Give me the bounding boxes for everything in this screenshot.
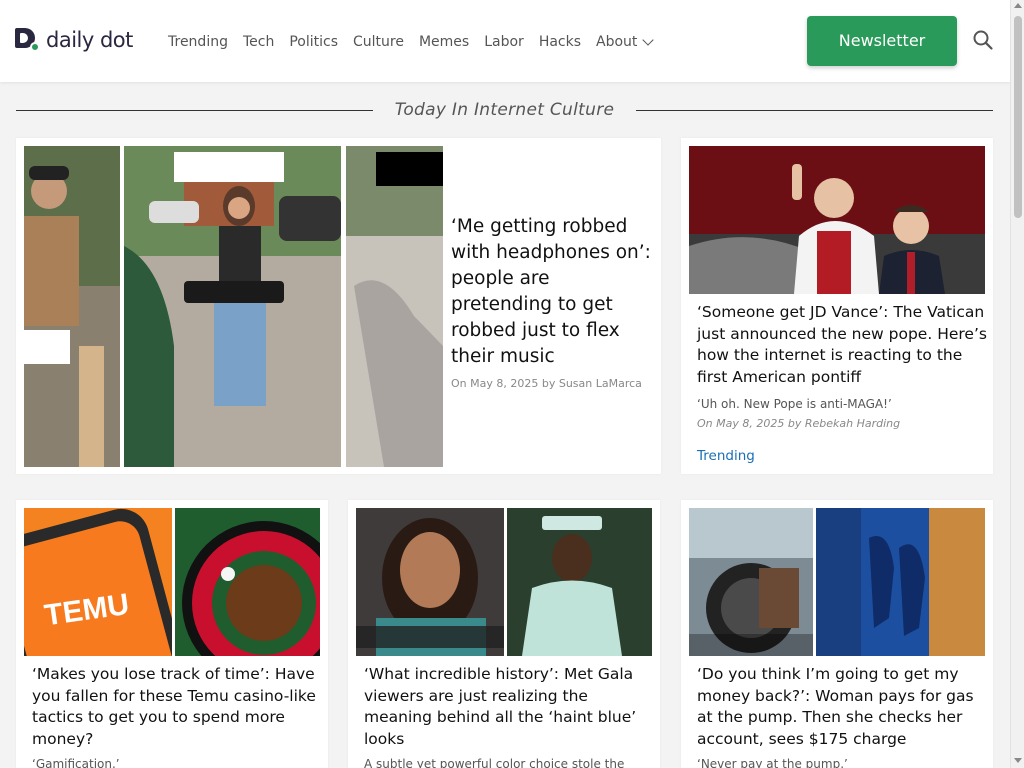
side-article-headline[interactable]: ‘Someone get JD Vance’: The Vatican just…: [697, 302, 989, 388]
scrollbar-thumb[interactable]: [1014, 16, 1022, 218]
side-article-byline: On May 8, 2025 by Rebekah Harding: [697, 417, 901, 430]
section-title: Today In Internet Culture: [394, 100, 615, 120]
article-headline-met-gala[interactable]: ‘What incredible history’: Met Gala view…: [364, 664, 656, 750]
side-article-card[interactable]: ‘Someone get JD Vance’: The Vatican just…: [681, 138, 993, 474]
nav-trending[interactable]: Trending: [168, 32, 228, 52]
main-nav: Trending Tech Politics Culture Memes Lab…: [168, 32, 667, 52]
chevron-down-icon: [642, 33, 655, 46]
side-article-text: ‘Someone get JD Vance’: The Vatican just…: [697, 302, 989, 432]
scroll-down-arrow-icon[interactable]: [1014, 758, 1022, 763]
article-subhead-gas-pump: ‘Never pay at the pump.’: [697, 757, 848, 768]
divider-right: [636, 110, 993, 111]
featured-article-text: ‘Me getting robbed with headphones on’: …: [451, 214, 653, 392]
nav-labor[interactable]: Labor: [484, 32, 524, 52]
article-headline-temu[interactable]: ‘Makes you lose track of time’: Have you…: [32, 664, 324, 750]
side-article-tag-link[interactable]: Trending: [697, 448, 755, 464]
nav-about-dropdown[interactable]: About: [596, 32, 655, 52]
article-card-met-gala[interactable]: ‘What incredible history’: Met Gala view…: [348, 500, 660, 768]
nav-hacks[interactable]: Hacks: [539, 32, 581, 52]
section-heading: Today In Internet Culture: [16, 98, 993, 122]
nav-tech[interactable]: Tech: [243, 32, 274, 52]
nav-culture[interactable]: Culture: [353, 32, 404, 52]
featured-article-image[interactable]: [24, 146, 443, 467]
nav-politics[interactable]: Politics: [289, 32, 338, 52]
article-subhead-met-gala: A subtle yet powerful color choice stole…: [364, 757, 625, 768]
newsletter-button[interactable]: Newsletter: [807, 16, 957, 66]
nav-about-label: About: [596, 34, 638, 50]
article-text-gas-pump: ‘Do you think I’m going to get my money …: [697, 664, 989, 768]
featured-article-card[interactable]: ‘Me getting robbed with headphones on’: …: [16, 138, 661, 474]
article-image-temu[interactable]: TEMU: [24, 508, 320, 656]
daily-dot-logo[interactable]: daily dot: [15, 28, 133, 52]
article-headline-gas-pump[interactable]: ‘Do you think I’m going to get my money …: [697, 664, 989, 750]
article-card-temu[interactable]: TEMU ‘Makes you lose track of time’: Hav…: [16, 500, 328, 768]
divider-left: [16, 110, 373, 111]
search-icon[interactable]: [972, 29, 994, 51]
article-image-met-gala[interactable]: [356, 508, 652, 656]
logo-wordmark: daily dot: [46, 28, 133, 52]
logo-mark-icon: [15, 28, 41, 52]
scroll-up-arrow-icon[interactable]: [1014, 3, 1022, 8]
site-header: daily dot Trending Tech Politics Culture…: [0, 0, 1010, 82]
featured-article-byline: On May 8, 2025 by Susan LaMarca: [451, 377, 642, 390]
nav-memes[interactable]: Memes: [419, 32, 469, 52]
article-card-gas-pump[interactable]: ‘Do you think I’m going to get my money …: [681, 500, 993, 768]
featured-article-headline[interactable]: ‘Me getting robbed with headphones on’: …: [451, 214, 653, 370]
side-article-subhead: ‘Uh oh. New Pope is anti-MAGA!’: [697, 397, 892, 411]
page-scrollbar[interactable]: [1010, 0, 1024, 768]
side-article-image[interactable]: [689, 146, 985, 294]
article-image-gas-pump[interactable]: [689, 508, 985, 656]
article-text-temu: ‘Makes you lose track of time’: Have you…: [32, 664, 324, 768]
article-text-met-gala: ‘What incredible history’: Met Gala view…: [364, 664, 656, 768]
article-subhead-temu: ‘Gamification.’: [32, 757, 120, 768]
